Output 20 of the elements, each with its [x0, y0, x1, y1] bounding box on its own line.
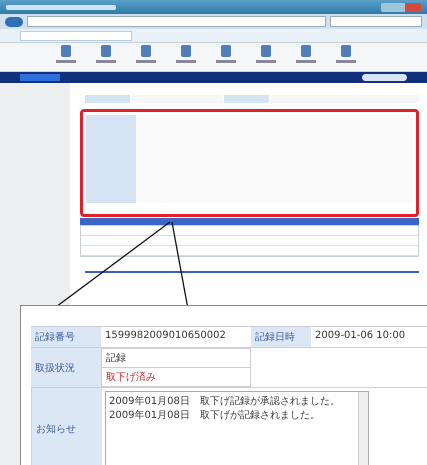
notice-line: 2009年01月08日 取下げが記録されました。 — [109, 408, 321, 422]
search-field[interactable] — [330, 16, 422, 27]
address-field[interactable] — [27, 16, 326, 27]
label-cell — [224, 95, 269, 103]
scrollbar[interactable] — [358, 392, 368, 465]
status-value: 記録 — [102, 349, 250, 368]
notice-line: 2009年01月08日 取下げ記録が承認されました。 — [109, 394, 341, 408]
label-cell — [85, 95, 130, 103]
back-button[interactable] — [5, 16, 23, 26]
field-label: 記録番号 — [31, 327, 101, 347]
status-value: 取下げ済み — [105, 370, 157, 385]
field-label: お知らせ — [32, 388, 102, 465]
field-value: 2009-01-06 10:00 — [314, 329, 406, 343]
field-label: 取扱状況 — [31, 348, 101, 387]
notice-textarea[interactable]: 2009年01月08日 取下げ記録が承認されました。 2009年01月08日 取下げが記録されました。 — [105, 391, 369, 465]
header-button[interactable] — [362, 74, 407, 81]
field-value: 1599982009010650002 — [104, 329, 227, 343]
window-controls-icon[interactable] — [381, 2, 421, 12]
page-title-tag — [20, 74, 60, 81]
field-label: 記録日時 — [251, 327, 311, 347]
